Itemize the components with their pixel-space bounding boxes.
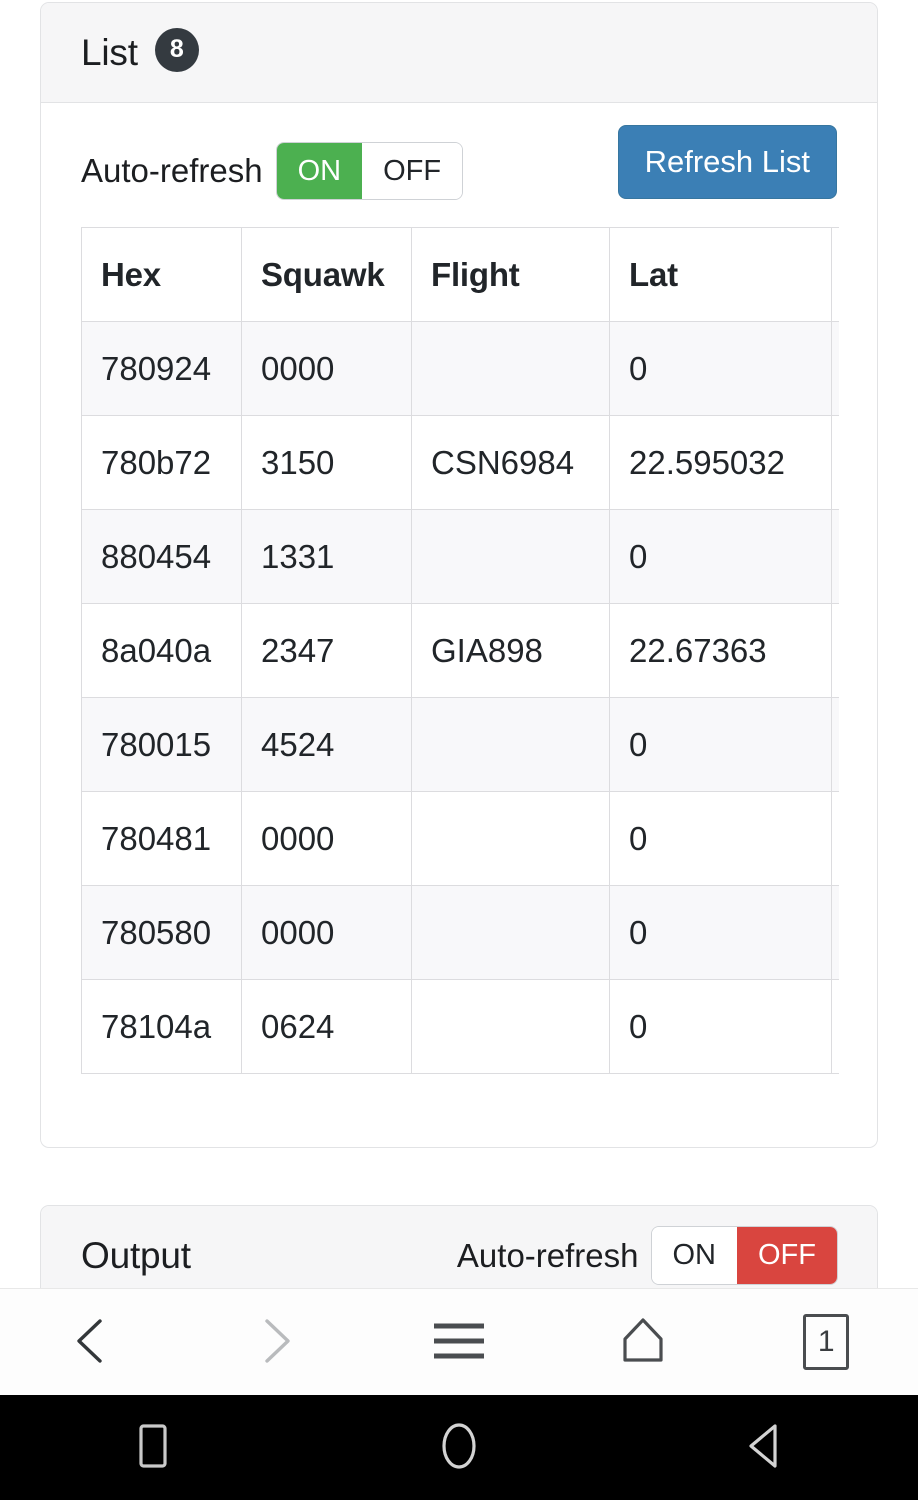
table-row[interactable]: 880454 1331 0 (81, 509, 839, 604)
auto-refresh-on-button[interactable]: ON (276, 142, 363, 200)
cell-hex: 780015 (81, 697, 242, 792)
cell-hex: 780580 (81, 885, 242, 980)
cell-extra (831, 697, 839, 792)
browser-forward-button[interactable] (184, 1289, 368, 1396)
chevron-left-icon (69, 1315, 115, 1370)
cell-extra (831, 415, 839, 510)
list-controls: Auto-refresh ON OFF Refresh List (81, 125, 837, 209)
table-row[interactable]: 780015 4524 0 (81, 697, 839, 792)
aircraft-table-body: 780924 0000 0 780b72 3150 CSN6984 22.595 (81, 321, 839, 1074)
aircraft-table: Hex Squawk Flight Lat 780924 0000 0 780b… (81, 227, 839, 1074)
output-auto-refresh-toggle-group[interactable]: ON OFF (651, 1227, 837, 1284)
page-title: List (81, 31, 138, 73)
cell-lat: 22.67363 (609, 603, 832, 698)
table-row[interactable]: 780924 0000 0 (81, 321, 839, 416)
cell-extra (831, 885, 839, 980)
cell-squawk: 0000 (241, 791, 412, 886)
cell-flight (411, 885, 610, 980)
output-auto-refresh-off-button[interactable]: OFF (737, 1227, 837, 1284)
list-card-header: List 8 (41, 3, 877, 103)
cell-flight (411, 979, 610, 1074)
cell-hex: 880454 (81, 509, 242, 604)
output-card: Output Auto-refresh ON OFF (40, 1205, 878, 1288)
cell-extra (831, 509, 839, 604)
browser-tabs-button[interactable]: 1 (734, 1289, 918, 1396)
cell-lat: 0 (609, 321, 832, 416)
cell-flight: GIA898 (411, 603, 610, 698)
auto-refresh-label: Auto-refresh (81, 152, 263, 189)
cell-squawk: 1331 (241, 509, 412, 604)
column-header-lat[interactable]: Lat (609, 227, 832, 322)
cell-lat: 0 (609, 791, 832, 886)
browser-navigation-bar: 1 (0, 1288, 918, 1395)
cell-extra (831, 979, 839, 1074)
cell-hex: 8a040a (81, 603, 242, 698)
table-row[interactable]: 8a040a 2347 GIA898 22.67363 (81, 603, 839, 698)
aircraft-table-scroll-area[interactable]: Hex Squawk Flight Lat 780924 0000 0 780b… (81, 227, 839, 1074)
browser-menu-button[interactable] (367, 1289, 551, 1396)
list-card-body: Auto-refresh ON OFF Refresh List Hex Squ… (41, 103, 877, 1114)
cell-lat: 0 (609, 697, 832, 792)
table-row[interactable]: 780b72 3150 CSN6984 22.595032 (81, 415, 839, 510)
cell-lat: 22.595032 (609, 415, 832, 510)
hamburger-menu-icon (429, 1317, 489, 1368)
web-page-content: List 8 Auto-refresh ON OFF Refresh List (0, 0, 918, 1288)
output-controls: Auto-refresh ON OFF (456, 1227, 837, 1284)
column-header-extra[interactable] (831, 227, 839, 322)
cell-lat: 0 (609, 509, 832, 604)
square-recents-icon (132, 1420, 174, 1475)
chevron-right-icon (252, 1315, 298, 1370)
android-system-navigation-bar (0, 1395, 918, 1500)
cell-hex: 780481 (81, 791, 242, 886)
table-row[interactable]: 78104a 0624 0 (81, 979, 839, 1074)
table-header-row: Hex Squawk Flight Lat (81, 227, 839, 322)
cell-extra (831, 791, 839, 886)
tab-count-label: 1 (817, 1325, 835, 1358)
android-recents-button[interactable] (0, 1395, 306, 1500)
cell-flight (411, 697, 610, 792)
android-home-button[interactable] (306, 1395, 612, 1500)
android-back-button[interactable] (612, 1395, 918, 1500)
cell-flight (411, 509, 610, 604)
circle-home-icon (433, 1418, 485, 1477)
list-count-badge: 8 (154, 27, 199, 72)
phone-screen: List 8 Auto-refresh ON OFF Refresh List (0, 0, 918, 1500)
aircraft-table-head: Hex Squawk Flight Lat (81, 227, 839, 322)
output-card-header: Output Auto-refresh ON OFF (41, 1206, 877, 1288)
cell-squawk: 4524 (241, 697, 412, 792)
tab-count-icon: 1 (803, 1314, 850, 1370)
browser-back-button[interactable] (0, 1289, 184, 1396)
browser-home-button[interactable] (551, 1289, 735, 1396)
cell-squawk: 0000 (241, 321, 412, 416)
output-auto-refresh-label: Auto-refresh (456, 1236, 639, 1274)
column-header-hex[interactable]: Hex (81, 227, 242, 322)
cell-hex: 78104a (81, 979, 242, 1074)
auto-refresh-off-button[interactable]: OFF (362, 142, 463, 200)
table-row[interactable]: 780580 0000 0 (81, 885, 839, 980)
column-header-squawk[interactable]: Squawk (241, 227, 412, 322)
cell-hex: 780924 (81, 321, 242, 416)
cell-extra (831, 603, 839, 698)
home-icon (615, 1313, 671, 1372)
cell-lat: 0 (609, 979, 832, 1074)
cell-flight (411, 321, 610, 416)
cell-flight: CSN6984 (411, 415, 610, 510)
cell-squawk: 0000 (241, 885, 412, 980)
cell-flight (411, 791, 610, 886)
cell-hex: 780b72 (81, 415, 242, 510)
column-header-flight[interactable]: Flight (411, 227, 610, 322)
output-title: Output (81, 1234, 191, 1276)
cell-extra (831, 321, 839, 416)
refresh-list-button[interactable]: Refresh List (617, 125, 837, 199)
list-card: List 8 Auto-refresh ON OFF Refresh List (40, 2, 878, 1148)
cell-squawk: 2347 (241, 603, 412, 698)
cell-lat: 0 (609, 885, 832, 980)
auto-refresh-toggle-group[interactable]: ON OFF (276, 142, 463, 200)
output-auto-refresh-on-button[interactable]: ON (651, 1227, 737, 1284)
cell-squawk: 0624 (241, 979, 412, 1074)
cell-squawk: 3150 (241, 415, 412, 510)
table-row[interactable]: 780481 0000 0 (81, 791, 839, 886)
triangle-back-icon (739, 1418, 791, 1477)
